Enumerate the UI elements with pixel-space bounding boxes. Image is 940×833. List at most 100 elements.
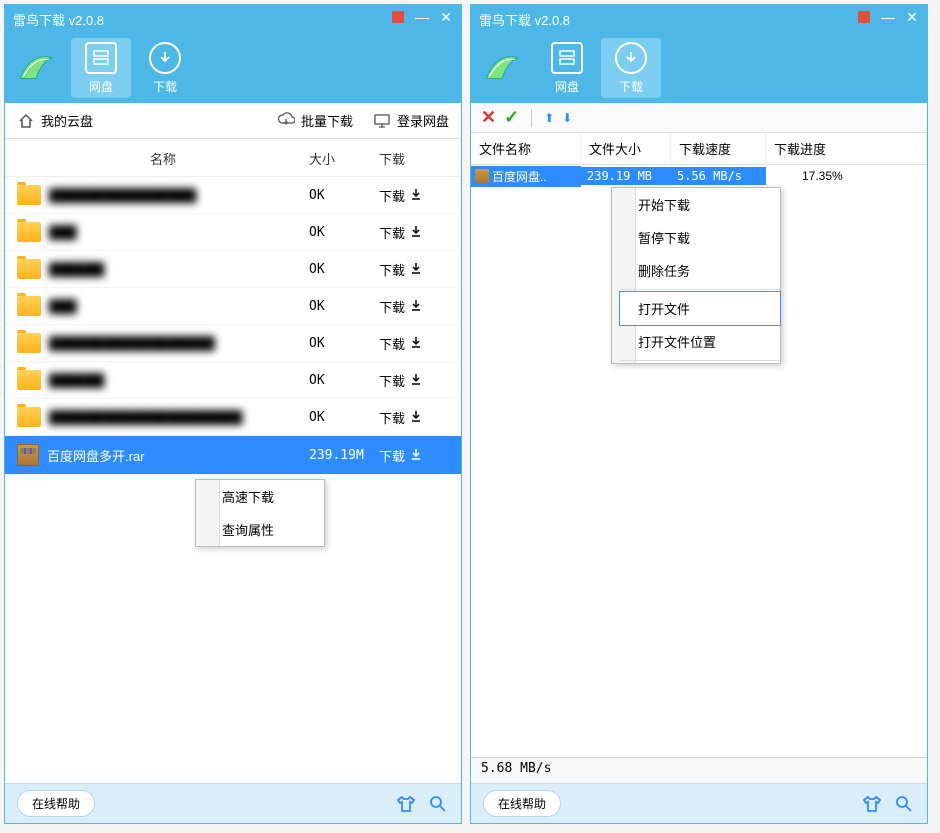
tab-download[interactable]: 下载 (601, 38, 661, 98)
file-row[interactable]: █████████████████████OK下载 (5, 399, 461, 436)
ctx-highspeed-download[interactable]: 高速下载 (204, 480, 324, 513)
app-title: 雷鸟下载 v2.0.8 (479, 10, 570, 29)
rar-icon (475, 169, 489, 183)
close-button[interactable]: ✕ (437, 8, 455, 26)
download-list-header: 文件名称 文件大小 下载速度 下载进度 (471, 133, 927, 165)
dl-speed: 5.56 MB/s (671, 167, 766, 185)
row-download-button[interactable]: 下载 (379, 371, 449, 390)
help-button[interactable]: 在线帮助 (17, 790, 95, 817)
minimize-button[interactable]: — (879, 8, 897, 26)
tab-netdisk[interactable]: 网盘 (71, 38, 131, 98)
file-row[interactable]: ███OK下载 (5, 214, 461, 251)
file-row[interactable]: 百度网盘多开.rar239.19M下载 (5, 436, 461, 475)
window-download: 雷鸟下载 v2.0.8 — ✕ 网盘 下载 ✕ ✓ ⬆ ⬇ 文件名称 文件大小 … (470, 4, 928, 824)
row-download-button[interactable]: 下载 (379, 408, 449, 427)
help-button[interactable]: 在线帮助 (483, 790, 561, 817)
file-size: OK (309, 188, 379, 203)
footer: 在线帮助 (5, 783, 461, 823)
file-name: ████████████████ (49, 188, 309, 203)
folder-icon (17, 333, 41, 353)
tab-netdisk[interactable]: 网盘 (537, 38, 597, 98)
dl-progress: 17.35% (766, 167, 927, 185)
file-name: ██████████████████ (49, 336, 309, 351)
tab-download[interactable]: 下载 (135, 38, 195, 98)
pin-icon[interactable] (389, 8, 407, 26)
breadcrumb[interactable]: 我的云盘 (17, 111, 93, 130)
cancel-icon[interactable]: ✕ (481, 107, 496, 128)
header-progress[interactable]: 下载进度 (766, 133, 927, 164)
download-arrow-icon (409, 261, 423, 278)
row-download-button[interactable]: 下载 (379, 186, 449, 205)
row-download-button[interactable]: 下载 (379, 260, 449, 279)
row-download-button[interactable]: 下载 (379, 223, 449, 242)
file-size: 239.19M (309, 448, 379, 463)
status-bar: 5.68 MB/s (471, 757, 927, 783)
progress-bar (766, 167, 794, 185)
header-download[interactable]: 下载 (379, 149, 449, 168)
header-speed[interactable]: 下载速度 (671, 133, 766, 164)
search-icon[interactable] (893, 793, 915, 815)
file-row[interactable]: ██████OK下载 (5, 362, 461, 399)
file-name: ███ (49, 225, 309, 240)
row-download-button[interactable]: 下载 (379, 297, 449, 316)
folder-icon (17, 259, 41, 279)
ctx-item[interactable]: 开始下载 (620, 188, 780, 221)
folder-icon (17, 370, 41, 390)
titlebar[interactable]: 雷鸟下载 v2.0.8 — ✕ (471, 5, 927, 33)
file-list: ████████████████OK下载███OK下载██████OK下载███… (5, 177, 461, 783)
shirt-icon[interactable] (861, 793, 883, 815)
context-menu-right: 开始下载暂停下载删除任务打开文件打开文件位置 (611, 187, 781, 364)
file-size: OK (309, 336, 379, 351)
titlebar[interactable]: 雷鸟下载 v2.0.8 — ✕ (5, 5, 461, 33)
download-arrow-icon (409, 409, 423, 426)
file-name: 百度网盘多开.rar (47, 446, 309, 465)
download-row[interactable]: 百度网盘.. 239.19 MB 5.56 MB/s 17.35% (471, 165, 927, 187)
file-name: ██████ (49, 262, 309, 277)
breadcrumb-label: 我的云盘 (41, 111, 93, 130)
file-size: OK (309, 410, 379, 425)
header-size[interactable]: 大小 (309, 149, 379, 168)
ctx-item[interactable]: 删除任务 (620, 254, 780, 287)
header-filesize[interactable]: 文件大小 (581, 133, 671, 164)
action-bar: ✕ ✓ ⬆ ⬇ (471, 103, 927, 133)
ctx-item[interactable]: 暂停下载 (620, 221, 780, 254)
batch-download-button[interactable]: 批量下载 (277, 111, 353, 130)
move-up-icon[interactable]: ⬆ (544, 111, 554, 125)
ctx-item[interactable]: 打开文件位置 (620, 325, 780, 358)
file-row[interactable]: ████████████████OK下载 (5, 177, 461, 214)
minimize-button[interactable]: — (413, 8, 431, 26)
file-name: ██████ (49, 373, 309, 388)
file-size: OK (309, 299, 379, 314)
file-name: ███ (49, 299, 309, 314)
header-name[interactable]: 名称 (17, 149, 309, 168)
row-download-button[interactable]: 下载 (379, 446, 449, 465)
file-size: OK (309, 373, 379, 388)
dl-filesize: 239.19 MB (581, 167, 671, 185)
main-toolbar: 网盘 下载 (5, 33, 461, 103)
file-row[interactable]: ██████████████████OK下载 (5, 325, 461, 362)
file-size: OK (309, 262, 379, 277)
home-icon (17, 112, 35, 130)
file-row[interactable]: ██████OK下载 (5, 251, 461, 288)
header-filename[interactable]: 文件名称 (471, 133, 581, 164)
netdisk-icon (551, 42, 583, 74)
download-arrow-icon (409, 335, 423, 352)
tab-netdisk-label: 网盘 (89, 78, 113, 95)
pin-icon[interactable] (855, 8, 873, 26)
move-down-icon[interactable]: ⬇ (562, 111, 572, 125)
tab-netdisk-label: 网盘 (555, 78, 579, 95)
close-button[interactable]: ✕ (903, 8, 921, 26)
confirm-icon[interactable]: ✓ (504, 107, 519, 128)
main-toolbar: 网盘 下载 (471, 33, 927, 103)
search-icon[interactable] (427, 793, 449, 815)
ctx-query-properties[interactable]: 查询属性 (204, 513, 324, 546)
tab-download-label: 下载 (619, 78, 643, 95)
folder-icon (17, 222, 41, 242)
file-row[interactable]: ███OK下载 (5, 288, 461, 325)
ctx-item[interactable]: 打开文件 (619, 291, 781, 326)
row-download-button[interactable]: 下载 (379, 334, 449, 353)
shirt-icon[interactable] (395, 793, 417, 815)
app-logo-icon (481, 47, 523, 89)
app-logo-icon (15, 47, 57, 89)
login-netdisk-button[interactable]: 登录网盘 (373, 111, 449, 130)
